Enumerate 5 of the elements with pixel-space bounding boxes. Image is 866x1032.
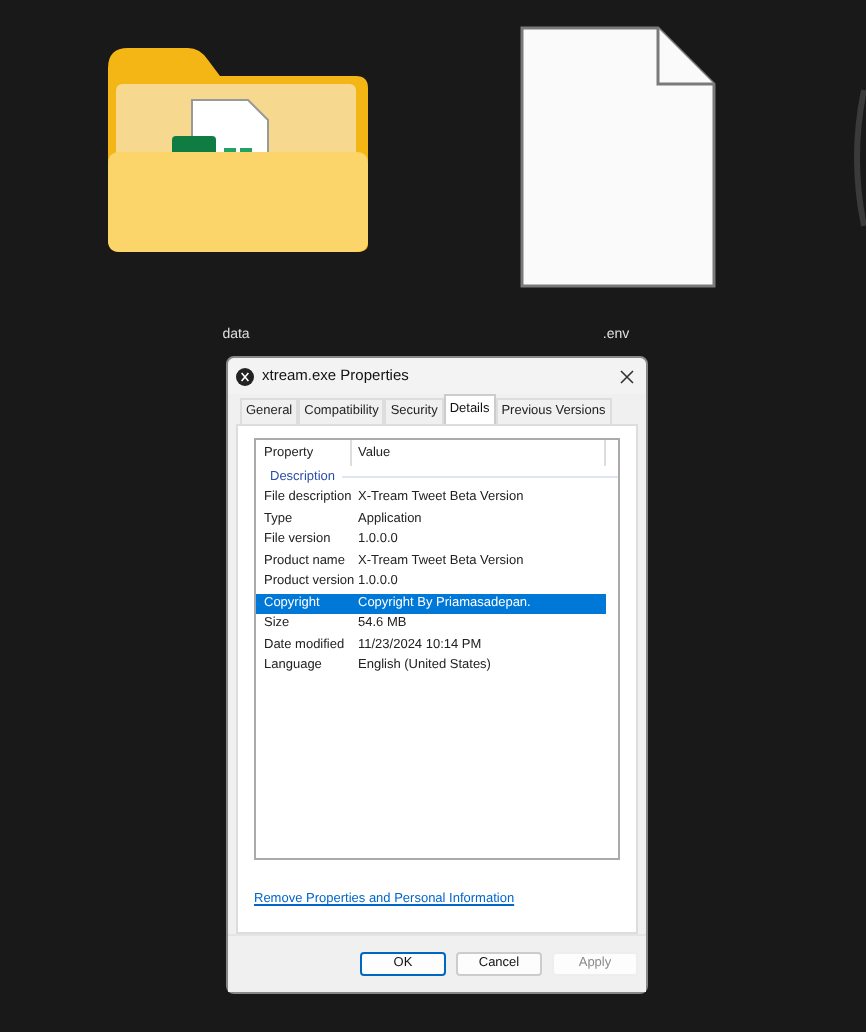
folder-icon xyxy=(104,44,372,256)
app-icon xyxy=(236,367,254,385)
document-icon xyxy=(520,26,716,288)
close-icon xyxy=(619,369,633,383)
close-button[interactable] xyxy=(614,364,638,388)
